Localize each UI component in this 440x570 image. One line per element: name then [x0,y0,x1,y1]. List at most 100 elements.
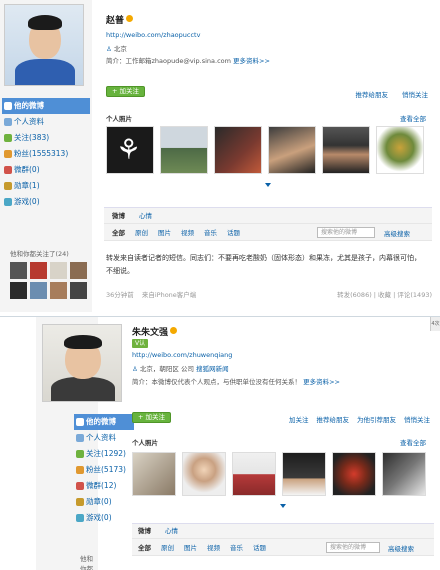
photos-title: 个人照片 [106,115,132,123]
advanced-search-link[interactable]: 高级搜索 [384,228,410,238]
side-scroll-tab[interactable]: 4次 [430,317,440,331]
filter-images[interactable]: 图片 [158,224,171,240]
mutual-avatar[interactable] [70,282,87,299]
bio-prefix: 简介： [132,378,152,386]
photo-thumbnail[interactable] [160,126,208,174]
tab-mood[interactable]: 心情 [165,524,178,538]
secret-follow-link[interactable]: 悄悄关注 [402,89,428,99]
avatar[interactable] [4,4,84,86]
filter-video[interactable]: 视频 [207,539,220,555]
mutual-follow-title: 他和你都关注了(24) [10,250,69,258]
follow-button[interactable]: + 加关注 [132,412,172,423]
filter-video[interactable]: 视频 [181,224,194,240]
nav-item-following[interactable]: 关注(1292) [74,446,134,462]
profile-url[interactable]: http://weibo.com/zhuwenqiang [132,351,232,359]
bio: 简介：本微博仅代表个人观点，与供职单位没有任何关系！ 更多资料>> [132,376,340,386]
nav-item-medals[interactable]: 勋章(1) [2,178,90,194]
nav-label: 游戏(0) [86,513,112,522]
company-link[interactable]: 搜狐网新闻 [196,365,229,373]
expand-photos-icon[interactable] [280,504,286,508]
photo-thumbnail[interactable] [332,452,376,496]
profile-icon [4,118,12,126]
feed-search-input[interactable]: 搜索他的微博 [326,542,380,553]
profile-nav: 他的微博 个人资料 关注(1292) 粉丝(5173) 微群(12) 勋章(0)… [74,414,134,526]
bio-text: 工作邮箱zhaopude@vip.sina.com [125,57,231,65]
recommend-link[interactable]: 推荐给朋友 [356,89,389,99]
fans-icon [4,150,12,158]
nav-item-profile[interactable]: 个人资料 [74,430,134,446]
nav-item-medals[interactable]: 勋章(0) [74,494,134,510]
mutual-follow-grid [10,262,87,299]
location: ♙ 北京 [106,43,127,53]
mutual-avatar[interactable] [70,262,87,279]
nav-item-games[interactable]: 游戏(0) [2,194,90,210]
avatar[interactable] [42,324,122,402]
mutual-avatar[interactable] [50,282,67,299]
introduce-friend-link[interactable]: 为他引荐朋友 [357,414,396,424]
game-icon [76,514,84,522]
more-info-link[interactable]: 更多资料>> [303,378,340,386]
nav-item-weibo[interactable]: 他的微博 [74,414,134,430]
profile-url[interactable]: http://weibo.com/zhaopucctv [106,31,200,39]
filter-images[interactable]: 图片 [184,539,197,555]
nav-item-groups[interactable]: 微群(0) [2,162,90,178]
photo-thumbnail[interactable] [282,452,326,496]
filter-all[interactable]: 全部 [112,224,125,240]
nav-item-groups[interactable]: 微群(12) [74,478,134,494]
nav-item-following[interactable]: 关注(383) [2,130,90,146]
photos-view-all-link[interactable]: 查看全部 [400,437,426,447]
filter-topics[interactable]: 话题 [227,224,240,240]
mutual-avatar[interactable] [10,262,27,279]
nav-label: 他的微博 [14,101,44,110]
filter-music[interactable]: 音乐 [230,539,243,555]
photo-thumbnail[interactable] [382,452,426,496]
nav-label: 微群(12) [86,481,117,490]
nav-label: 勋章(0) [86,497,112,506]
mutual-avatar[interactable] [30,282,47,299]
follow-button[interactable]: + 加关注 [106,86,146,97]
nav-item-games[interactable]: 游戏(0) [74,510,134,526]
photo-thumbnail[interactable] [376,126,424,174]
user-name-text: 赵普 [106,16,125,26]
more-info-link[interactable]: 更多资料>> [233,57,270,65]
nav-item-profile[interactable]: 个人资料 [2,114,90,130]
nav-item-fans[interactable]: 粉丝(1555313) [2,146,90,162]
tab-weibo[interactable]: 微博 [112,208,125,223]
mutual-avatar[interactable] [10,282,27,299]
filter-original[interactable]: 原创 [161,539,174,555]
filter-all[interactable]: 全部 [138,539,151,555]
photo-thumbnail[interactable] [232,452,276,496]
post-time-link[interactable]: 36分钟前 [106,291,134,299]
feed-search-input[interactable]: 搜索他的微博 [317,227,375,238]
filter-topics[interactable]: 话题 [253,539,266,555]
mutual-avatar[interactable] [30,262,47,279]
following-icon [4,134,12,142]
advanced-search-link[interactable]: 高级搜索 [388,543,414,553]
tab-weibo[interactable]: 微博 [138,524,151,538]
photo-thumbnail[interactable]: ⚘ [106,126,154,174]
profile-panel-a: 他的微博 个人资料 关注(383) 粉丝(1555313) 微群(0) 勋章(1… [0,0,440,312]
profile-actions: 加关注 推荐给朋友 为他引荐朋友 悄悄关注 [289,414,430,424]
photo-thumbnail[interactable] [322,126,370,174]
photo-thumbnail[interactable] [132,452,176,496]
nav-label: 他的微博 [86,417,116,426]
filter-music[interactable]: 音乐 [204,224,217,240]
photo-thumbnail[interactable] [214,126,262,174]
expand-photos-icon[interactable] [265,183,271,187]
follow-link[interactable]: 加关注 [289,414,309,424]
photo-thumbnail[interactable] [182,452,226,496]
nav-item-fans[interactable]: 粉丝(5173) [74,462,134,478]
tab-mood[interactable]: 心情 [139,208,152,223]
filter-original[interactable]: 原创 [135,224,148,240]
mutual-avatar[interactable] [50,262,67,279]
photo-thumbnail[interactable] [268,126,316,174]
recommend-link[interactable]: 推荐给朋友 [317,414,350,424]
group-icon [76,482,84,490]
photos-view-all-link[interactable]: 查看全部 [400,113,426,123]
group-icon [4,166,12,174]
nav-item-weibo[interactable]: 他的微博 [2,98,90,114]
post-actions[interactable]: 转发(6086) | 收藏 | 评论(1493) [337,289,432,299]
profile-panel-b: 他的微博 个人资料 关注(1292) 粉丝(5173) 微群(12) 勋章(0)… [0,316,440,570]
location: ♙ 北京，朝阳区 公司 搜狐网新闻 [132,363,229,373]
secret-follow-link[interactable]: 悄悄关注 [404,414,430,424]
